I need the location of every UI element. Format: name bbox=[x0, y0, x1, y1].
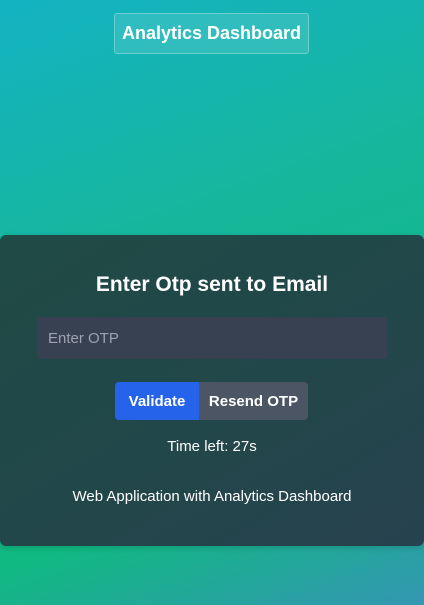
app-title: Analytics Dashboard bbox=[114, 13, 309, 54]
otp-heading: Enter Otp sent to Email bbox=[95, 273, 329, 296]
otp-button-group: Validate Resend OTP bbox=[115, 382, 308, 420]
resend-otp-button[interactable]: Resend OTP bbox=[199, 382, 308, 420]
otp-card: Enter Otp sent to Email Validate Resend … bbox=[0, 235, 424, 546]
validate-button[interactable]: Validate bbox=[115, 382, 199, 420]
countdown-timer: Time left: 27s bbox=[167, 438, 257, 455]
app-description: Web Application with Analytics Dashboard bbox=[72, 488, 352, 505]
otp-input[interactable] bbox=[37, 317, 387, 359]
